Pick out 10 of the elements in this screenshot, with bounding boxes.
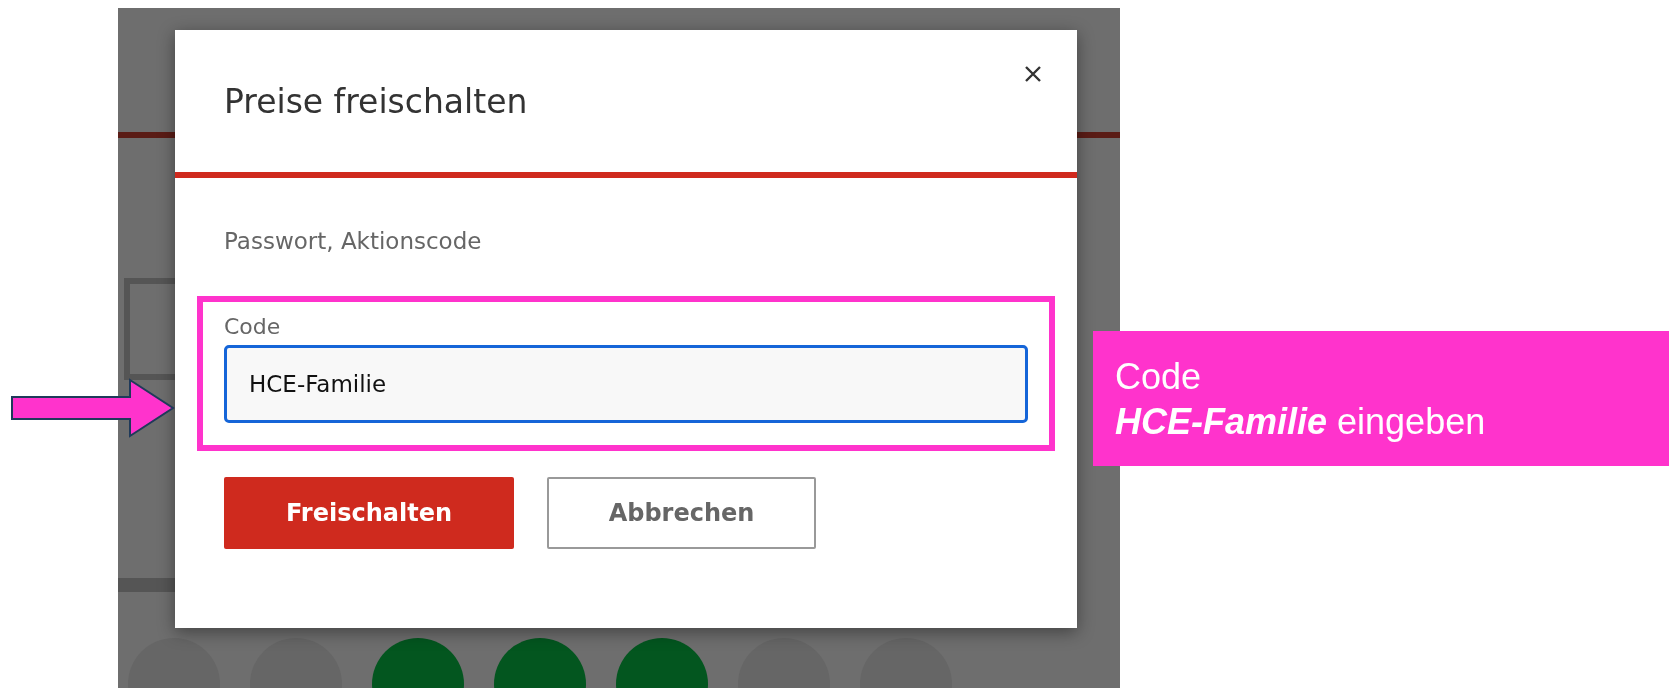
description-text: Passwort, Aktionscode [224,228,483,254]
field-label: Code [224,314,281,339]
callout-text: HCE-Familie eingeben [1115,399,1486,444]
callout-text: Code [1115,354,1202,399]
close-icon[interactable] [1023,64,1043,84]
pointer-arrow-icon [10,377,176,439]
dialog-title: Preise freischalten [224,81,528,121]
unlock-button[interactable]: Freischalten [224,477,514,549]
code-input-field[interactable]: HCE-Familie [224,345,1028,423]
cancel-button[interactable]: Abbrechen [547,477,816,549]
